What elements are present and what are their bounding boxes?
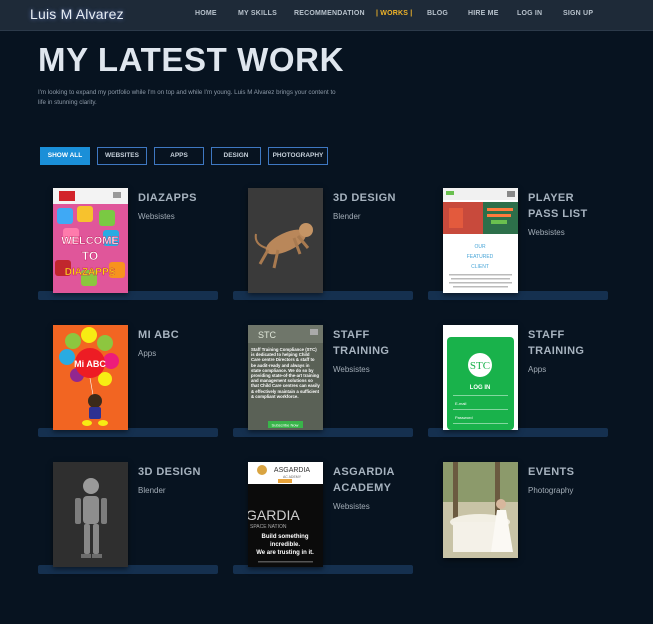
filter-photography-button[interactable]: PHOTOGRAPHY	[268, 147, 328, 165]
nav-item-log-in[interactable]: LOG IN	[517, 10, 542, 17]
nav-item-blog[interactable]: BLOG	[427, 10, 448, 17]
work-title[interactable]: 3D DESIGN	[333, 190, 413, 206]
filter-design-button[interactable]: DESIGN	[211, 147, 261, 165]
work-title[interactable]: ASGARDIA ACADEMY	[333, 464, 413, 496]
work-category: Websistes	[333, 502, 370, 511]
thumb-stc-logo: STC	[258, 330, 277, 340]
top-navigation-bar: Luis M Alvarez HOME MY SKILLS RECOMMENDA…	[0, 0, 653, 31]
stc-app-login-thumbnail[interactable]: STC LOG IN E-mail Password	[443, 325, 518, 430]
app-icons-collage-thumbnail[interactable]: WELCOME TO DIAZAPPS	[53, 188, 128, 293]
work-category: Apps	[528, 365, 547, 374]
filter-show-all-button[interactable]: SHOW ALL	[40, 147, 90, 165]
work-card-staff-training-app[interactable]: STC LOG IN E-mail Password STAFF TRAININ…	[428, 325, 608, 437]
work-category: Blender	[138, 486, 166, 495]
work-title[interactable]: MI ABC	[138, 327, 218, 343]
thumb-mi-abc-text: Mi ABC	[74, 359, 106, 369]
asgardia-website-thumbnail[interactable]: ASGARDIA AC ADEMY GARDIA SPACE NATION Bu…	[248, 462, 323, 567]
nav-item-sign-up[interactable]: SIGN UP	[563, 10, 593, 17]
nav-item-home[interactable]: HOME	[195, 10, 217, 17]
filter-apps-button[interactable]: APPS	[154, 147, 204, 165]
thumb-academy-sub: AC ADEMY	[283, 475, 302, 479]
work-title[interactable]: STAFF TRAINING	[528, 327, 608, 359]
thumb-to-text: TO	[82, 249, 98, 263]
work-title[interactable]: PLAYER PASS LIST	[528, 190, 608, 222]
3d-creature-render-thumbnail[interactable]	[248, 188, 323, 293]
thumb-stc-app-logo: STC	[470, 360, 490, 372]
work-title[interactable]: DIAZAPPS	[138, 190, 218, 206]
thumb-stc-description: Staff Training Compliance (STC) is dedic…	[251, 347, 320, 399]
page-subtitle: I'm looking to expand my portfolio while…	[38, 89, 336, 106]
filter-websites-button[interactable]: WEBSITES	[97, 147, 147, 165]
thumb-trusting-line: We are trusting in it.	[256, 550, 314, 556]
work-card-3d-design-robot[interactable]: 3D DESIGN Blender	[38, 462, 218, 574]
work-card-events[interactable]: EVENTS Photography	[428, 462, 608, 574]
thumb-diazapps-text: DIAZAPPS	[65, 267, 116, 278]
website-screenshot-thumbnail[interactable]: OUR FEATURED CLIENT	[443, 188, 518, 293]
thumb-login-heading: LOG IN	[470, 385, 491, 391]
thumb-password-field: Password	[455, 415, 473, 420]
thumb-featured-text: FEATURED	[467, 254, 494, 260]
work-title[interactable]: 3D DESIGN	[138, 464, 218, 480]
3d-robot-render-thumbnail[interactable]	[53, 462, 128, 567]
nav-item-hire-me[interactable]: HIRE ME	[468, 10, 499, 17]
work-card-player-pass-list[interactable]: OUR FEATURED CLIENT PLAYER PASS LIST Web…	[428, 188, 608, 300]
thumb-space-nation: SPACE NATION	[250, 524, 287, 530]
work-category: Websistes	[333, 365, 370, 374]
thumb-subscribe-button: Subscribe Now	[272, 423, 299, 428]
nav-item-works[interactable]: | WORKS |	[376, 10, 412, 17]
work-category: Websistes	[528, 228, 565, 237]
work-category: Photography	[528, 486, 574, 495]
work-card-asgardia-academy[interactable]: ASGARDIA AC ADEMY GARDIA SPACE NATION Bu…	[233, 462, 413, 574]
work-category: Blender	[333, 212, 361, 221]
thumb-our-text: OUR	[474, 244, 486, 250]
thumb-incredible-line: incredible.	[270, 542, 300, 548]
work-category: Apps	[138, 349, 157, 358]
work-card-3d-design[interactable]: 3D DESIGN Blender	[233, 188, 413, 300]
brand-logo[interactable]: Luis M Alvarez	[30, 6, 124, 22]
event-photo-thumbnail[interactable]	[443, 462, 518, 558]
stc-website-thumbnail[interactable]: STC Staff Training Compliance (STC) is d…	[248, 325, 323, 430]
work-title[interactable]: EVENTS	[528, 464, 608, 480]
thumb-gardia-big: GARDIA	[248, 507, 300, 523]
work-card-mi-abc[interactable]: Mi ABC MI ABC Apps	[38, 325, 218, 437]
thumb-client-text: CLIENT	[471, 264, 489, 270]
work-card-diazapps[interactable]: WELCOME TO DIAZAPPS DIAZAPPS Websistes	[38, 188, 218, 300]
thumb-email-field: E-mail	[455, 401, 466, 406]
page-title: MY LATEST WORK	[38, 41, 344, 78]
nav-item-recommendation[interactable]: RECOMMENDATION	[294, 10, 365, 17]
thumb-asgardia-header: ASGARDIA	[274, 467, 311, 474]
thumb-welcome-text: WELCOME	[61, 235, 118, 247]
balloons-character-thumbnail[interactable]: Mi ABC	[53, 325, 128, 430]
work-card-staff-training-web[interactable]: STC Staff Training Compliance (STC) is d…	[233, 325, 413, 437]
thumb-build-line: Build something	[262, 534, 309, 540]
nav-item-my-skills[interactable]: MY SKILLS	[238, 10, 277, 17]
page: Luis M Alvarez HOME MY SKILLS RECOMMENDA…	[0, 0, 653, 624]
work-category: Websistes	[138, 212, 175, 221]
work-title[interactable]: STAFF TRAINING	[333, 327, 413, 359]
